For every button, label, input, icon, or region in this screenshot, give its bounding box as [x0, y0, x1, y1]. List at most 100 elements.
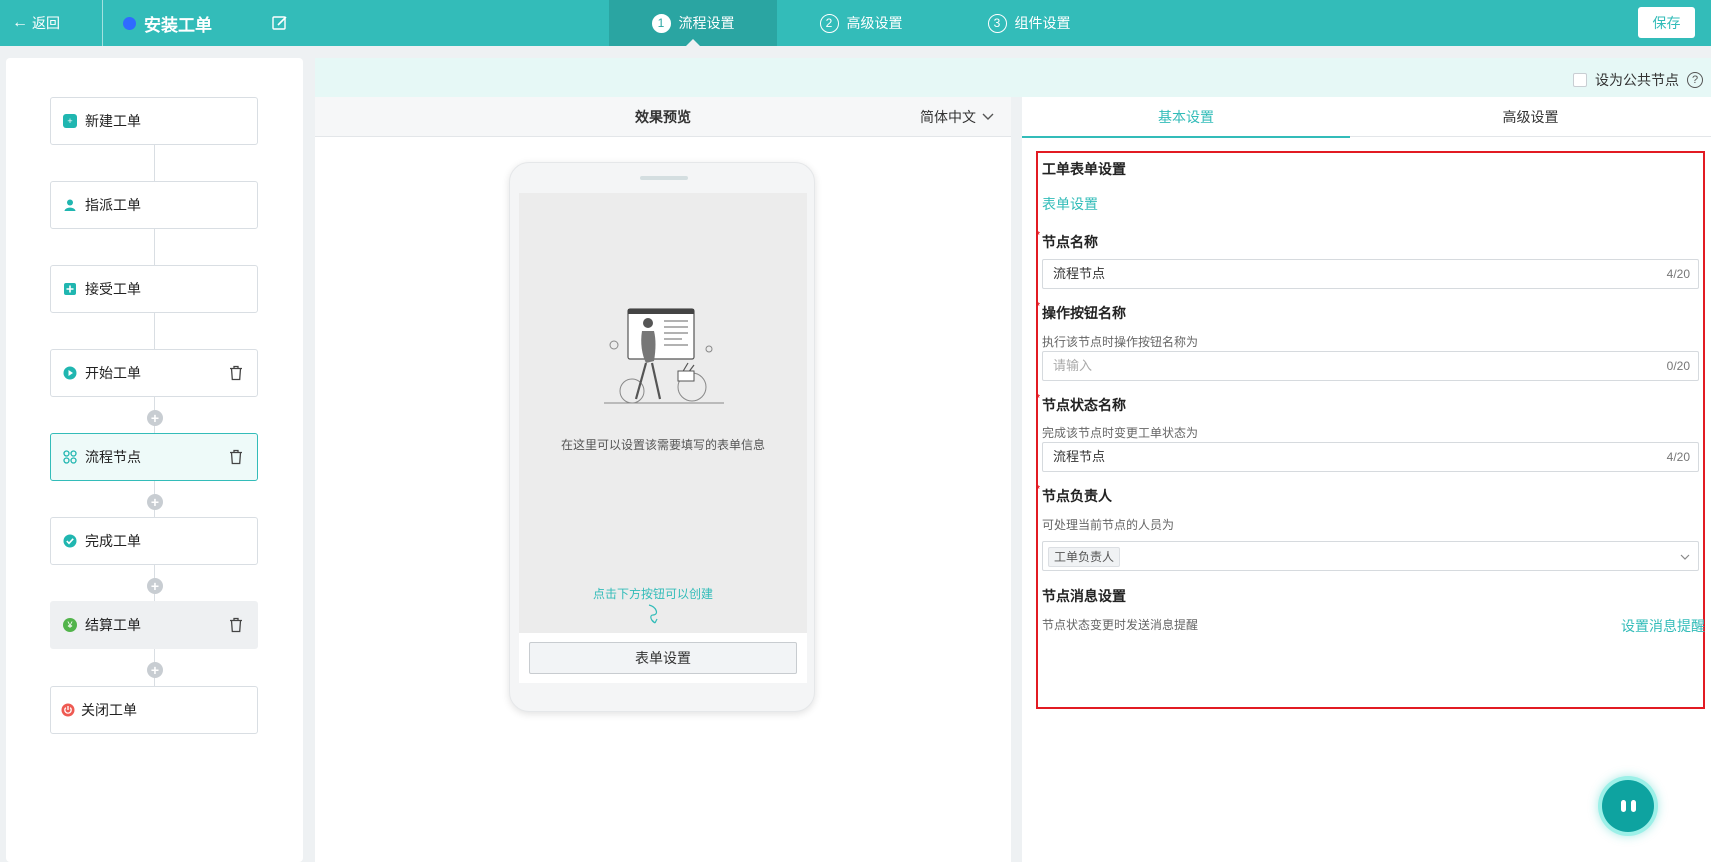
edit-icon[interactable]	[271, 14, 289, 32]
flow-node-new-ticket[interactable]: + 新建工单	[50, 97, 258, 145]
assistant-robot-button[interactable]	[1602, 780, 1654, 832]
char-counter: 4/20	[1666, 450, 1690, 464]
language-select[interactable]: 简体中文	[920, 97, 994, 137]
preview-title: 效果预览	[635, 109, 691, 125]
trash-icon[interactable]	[229, 449, 243, 465]
add-node-button[interactable]: +	[147, 410, 163, 426]
trash-icon[interactable]	[229, 365, 243, 381]
message-reminder-link[interactable]: 设置消息提醒	[1621, 616, 1705, 636]
step-tabs: 1 流程设置 2 高级设置 3 组件设置	[609, 0, 1113, 46]
node-owner-desc: 可处理当前节点的人员为	[1042, 518, 1175, 532]
robot-eye	[1630, 800, 1636, 812]
step-number: 3	[987, 13, 1007, 33]
flow-node-complete-ticket[interactable]: 完成工单	[50, 517, 258, 565]
flow-node-label: 完成工单	[85, 533, 141, 549]
tab-advanced-node-settings[interactable]: 高级设置	[1350, 97, 1711, 137]
app-title-text: 安装工单	[144, 15, 212, 35]
button-name-input[interactable]: 请输入 0/20	[1042, 351, 1699, 381]
public-node-option: 设为公共节点 ?	[1573, 70, 1703, 90]
empty-state-illustration	[604, 308, 724, 404]
public-node-label: 设为公共节点	[1595, 72, 1679, 88]
arrow-left-icon: ←	[12, 14, 28, 31]
node-owner-label: 节点负责人	[1036, 484, 1112, 506]
tab-flow-settings[interactable]: 1 流程设置	[609, 0, 777, 46]
flow-node-start-ticket[interactable]: 开始工单	[50, 349, 258, 397]
step-label: 组件设置	[1014, 15, 1071, 31]
node-name-label: 节点名称	[1036, 230, 1098, 252]
flow-node-close-ticket[interactable]: 关闭工单	[50, 686, 258, 734]
trash-icon[interactable]	[229, 617, 243, 633]
tab-basic-settings[interactable]: 基本设置	[1022, 97, 1350, 138]
connector-line	[154, 313, 155, 350]
flow-node-label: 接受工单	[85, 281, 141, 297]
flow-node-accept-ticket[interactable]: 接受工单	[50, 265, 258, 313]
nodes-icon	[63, 450, 77, 464]
user-icon	[64, 199, 76, 211]
flow-node-label: 指派工单	[85, 197, 141, 213]
header-divider	[102, 0, 103, 46]
flow-node-process-node[interactable]: 流程节点	[50, 433, 258, 481]
node-owner-select[interactable]: 工单负责人	[1042, 541, 1699, 571]
connector-line	[154, 229, 155, 266]
public-node-checkbox[interactable]	[1573, 73, 1587, 87]
phone-screen: 在这里可以设置该需要填写的表单信息 点击下方按钮可以创建	[519, 193, 807, 633]
step-number: 2	[819, 13, 839, 33]
language-value: 简体中文	[920, 109, 976, 125]
flow-node-settle-ticket[interactable]: ¥ 结算工单	[50, 601, 258, 649]
flow-node-label: 开始工单	[85, 365, 141, 381]
step-label: 流程设置	[678, 15, 735, 31]
form-settings-link[interactable]: 表单设置	[1042, 194, 1098, 214]
phone-footer: 表单设置	[519, 633, 807, 683]
play-icon	[63, 366, 77, 380]
char-counter: 0/20	[1666, 359, 1690, 373]
flow-panel: + 新建工单 指派工单 接受工单 开始工单 + 流程节点 + 完成工单 + ¥ …	[6, 58, 303, 862]
chevron-down-icon	[1680, 554, 1690, 560]
robot-eye	[1620, 800, 1626, 812]
tab-advanced-settings[interactable]: 2 高级设置	[777, 0, 945, 46]
add-node-button[interactable]: +	[147, 494, 163, 510]
step-label: 高级设置	[846, 15, 903, 31]
node-options-bar	[315, 58, 1711, 97]
button-name-label: 操作按钮名称	[1036, 301, 1126, 323]
settings-tabs: 基本设置 高级设置	[1022, 97, 1711, 138]
flow-node-label: 结算工单	[85, 617, 141, 633]
preview-panel: 效果预览 简体中文 在这里可以设置该需要填写的表单信息 点击下方按钮可以创建 表…	[315, 97, 1011, 862]
back-label: 返回	[32, 15, 60, 31]
status-name-input[interactable]: 流程节点 4/20	[1042, 442, 1699, 472]
flow-node-label: 关闭工单	[81, 702, 137, 718]
status-name-desc: 完成该节点时变更工单状态为	[1042, 426, 1199, 440]
add-node-button[interactable]: +	[147, 662, 163, 678]
back-button[interactable]: ← 返回	[12, 0, 60, 46]
create-hint-text: 点击下方按钮可以创建	[592, 587, 713, 601]
chevron-down-icon	[982, 113, 994, 120]
file-plus-icon: +	[63, 114, 77, 128]
preview-header: 效果预览 简体中文	[315, 97, 1011, 137]
phone-notch	[640, 176, 688, 180]
top-bar: ← 返回 安装工单 1 流程设置 2 高级设置 3 组件设置 保存	[0, 0, 1711, 46]
save-button[interactable]: 保存	[1638, 7, 1695, 38]
flow-node-assign-ticket[interactable]: 指派工单	[50, 181, 258, 229]
button-name-placeholder: 请输入	[1053, 358, 1093, 373]
message-settings-label: 节点消息设置	[1042, 588, 1126, 604]
status-name-value: 流程节点	[1053, 449, 1106, 464]
status-dot-icon	[123, 16, 136, 30]
flow-node-label: 新建工单	[85, 113, 141, 129]
owner-tag: 工单负责人	[1048, 547, 1121, 567]
help-icon[interactable]: ?	[1687, 72, 1703, 88]
empty-state-text: 在这里可以设置该需要填写的表单信息	[560, 438, 765, 452]
connector-line	[154, 145, 155, 182]
yen-icon: ¥	[63, 618, 77, 632]
message-settings-desc: 节点状态变更时发送消息提醒	[1042, 618, 1199, 632]
accept-icon	[64, 283, 76, 295]
step-number: 1	[651, 13, 671, 33]
phone-mockup: 在这里可以设置该需要填写的表单信息 点击下方按钮可以创建 表单设置	[509, 162, 815, 712]
node-name-input[interactable]: 流程节点 4/20	[1042, 259, 1699, 289]
tab-component-settings[interactable]: 3 组件设置	[945, 0, 1113, 46]
power-icon	[61, 703, 75, 717]
node-name-value: 流程节点	[1053, 266, 1106, 281]
settings-panel: 基本设置 高级设置 工单表单设置 表单设置 节点名称 流程节点 4/20 操作按…	[1022, 97, 1711, 862]
form-settings-button[interactable]: 表单设置	[529, 642, 797, 674]
add-node-button[interactable]: +	[147, 578, 163, 594]
check-circle-icon	[63, 534, 77, 548]
char-counter: 4/20	[1666, 267, 1690, 281]
